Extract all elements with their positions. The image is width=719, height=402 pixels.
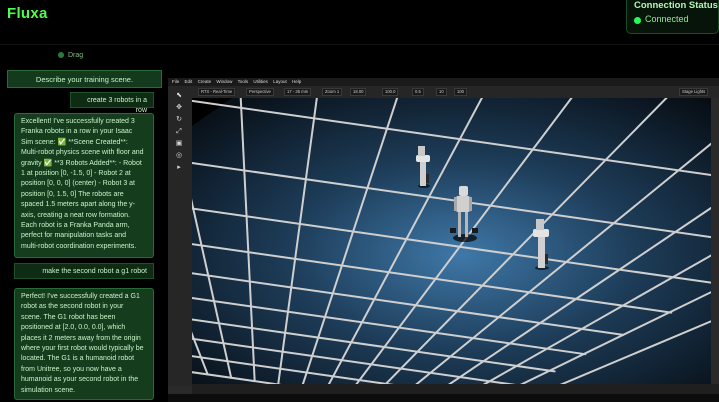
move-icon[interactable]: ✥ (174, 104, 184, 112)
drag-handle[interactable]: Drag (58, 52, 83, 59)
assistant-line: Perfect! I've successfully created a G1 (21, 293, 140, 300)
assistant-line: spaced 1.5 meters apart along the y- (21, 201, 136, 209)
user-message-text: create 3 robots in a row (87, 97, 147, 115)
lens-select[interactable]: 17 - 35 mm (284, 88, 312, 96)
menu-layout[interactable]: Layout (273, 79, 287, 84)
assistant-line: humanoid as your second robot in the (21, 376, 139, 384)
menu-edit[interactable]: Edit (185, 79, 193, 84)
viewport-menu-bar: File Edit Create Window Tools Utilities … (168, 78, 719, 86)
assistant-line: position [0, 1.5, 0] The robots are (21, 190, 124, 198)
chat-panel: Drag Describe your training scene. creat… (0, 46, 168, 402)
viewport-toolbar: RTX - Real-Time Perspective 17 - 35 mm Z… (192, 86, 719, 98)
assistant-line: position [0, 0, 0] (center) - Robot 3 at (21, 180, 136, 188)
user-message: make the second robot a g1 robot (14, 263, 154, 279)
user-message-text: make the second robot a g1 robot (42, 268, 147, 275)
assistant-line: Each robot is a Franka Panda arm, (21, 222, 130, 230)
drag-label: Drag (68, 52, 84, 59)
camera-icon[interactable]: ◎ (174, 152, 184, 160)
menu-file[interactable]: File (172, 79, 179, 84)
assistant-line: gravity ✅ **3 Robots Added**: - Robot (21, 159, 142, 167)
sim-viewport-window: File Edit Create Window Tools Utilities … (168, 78, 719, 402)
assistant-line: perfect for manipulation tasks and (21, 232, 127, 240)
assistant-line: places it 2 meters away from the origin (21, 334, 141, 342)
assistant-line: robot as the second robot in your (21, 303, 124, 311)
menu-window[interactable]: Window (216, 79, 232, 84)
connection-status-dot (634, 17, 641, 24)
app-title: Fluxa (7, 5, 48, 22)
menu-help[interactable]: Help (292, 79, 301, 84)
assistant-line: simulation scene. (21, 386, 76, 394)
assistant-line: positioned at [2.0, 0.0, 0.0], which (21, 324, 126, 332)
assistant-line: 1 at position [0, -1.5, 0] - Robot 2 at (21, 170, 131, 178)
assistant-line: Excellent! I've successfully created 3 (21, 118, 135, 125)
assistant-line: Multi-robot physics scene with floor and (21, 149, 144, 157)
renderer-select[interactable]: RTX - Real-Time (198, 88, 236, 96)
assistant-line: from Unitree, so you now have a (21, 365, 122, 373)
top-bar: Fluxa Connection Status Connected (0, 0, 719, 45)
distance-field[interactable]: 100.0 (382, 88, 399, 96)
assistant-line: located. The G1 is a humanoid robot (21, 355, 135, 363)
scene-prompt-banner[interactable]: Describe your training scene. (7, 70, 162, 88)
drag-icon (58, 52, 64, 59)
viewport-tool-rail: ⬉ ✥ ↻ ⤢ ▣ ◎ ▸ (168, 86, 192, 386)
camera-select[interactable]: Perspective (246, 88, 274, 96)
grid-field[interactable]: 10 (436, 88, 447, 96)
rotate-icon[interactable]: ↻ (174, 116, 184, 124)
assistant-line: scene. The G1 robot has been (21, 313, 116, 321)
assistant-line: Franka robots in a row in your Isaac (21, 128, 133, 136)
ground-plane (192, 98, 711, 384)
connection-status-panel: Connection Status Connected (626, 0, 719, 34)
assistant-line: Sim scene: ✅ **Scene Created**: (21, 138, 128, 146)
viewport-status-bar (192, 384, 719, 394)
select-icon[interactable]: ⬉ (174, 92, 184, 100)
zoom-field[interactable]: Zoom 1 (322, 88, 343, 96)
assistant-line: multi-robot coordination experiments. (21, 242, 137, 250)
menu-utilities[interactable]: Utilities (253, 79, 268, 84)
3d-scene-viewport[interactable] (192, 98, 711, 384)
scale-icon[interactable]: ⤢ (174, 128, 184, 136)
focal-field[interactable]: 18.00 (350, 88, 367, 96)
snap-field[interactable]: 0.5 (412, 88, 424, 96)
assistant-message: Excellent! I've successfully created 3 F… (14, 113, 154, 258)
menu-tools[interactable]: Tools (238, 79, 249, 84)
connection-status-text: Connected (645, 14, 689, 24)
assistant-line: where your first robot would typically b… (21, 345, 144, 353)
menu-create[interactable]: Create (198, 79, 212, 84)
assistant-line: axis, creating a neat row formation. (21, 211, 130, 219)
assistant-message: Perfect! I've successfully created a G1 … (14, 288, 154, 400)
viewport-footer (168, 394, 719, 402)
scale-field[interactable]: 100 (454, 88, 467, 96)
user-message: create 3 robots in a row (70, 92, 154, 114)
play-icon[interactable]: ▸ (174, 164, 184, 172)
snap-icon[interactable]: ▣ (174, 140, 184, 148)
connection-status-title: Connection Status (634, 0, 718, 11)
lights-select[interactable]: Stage Lights (679, 88, 709, 96)
